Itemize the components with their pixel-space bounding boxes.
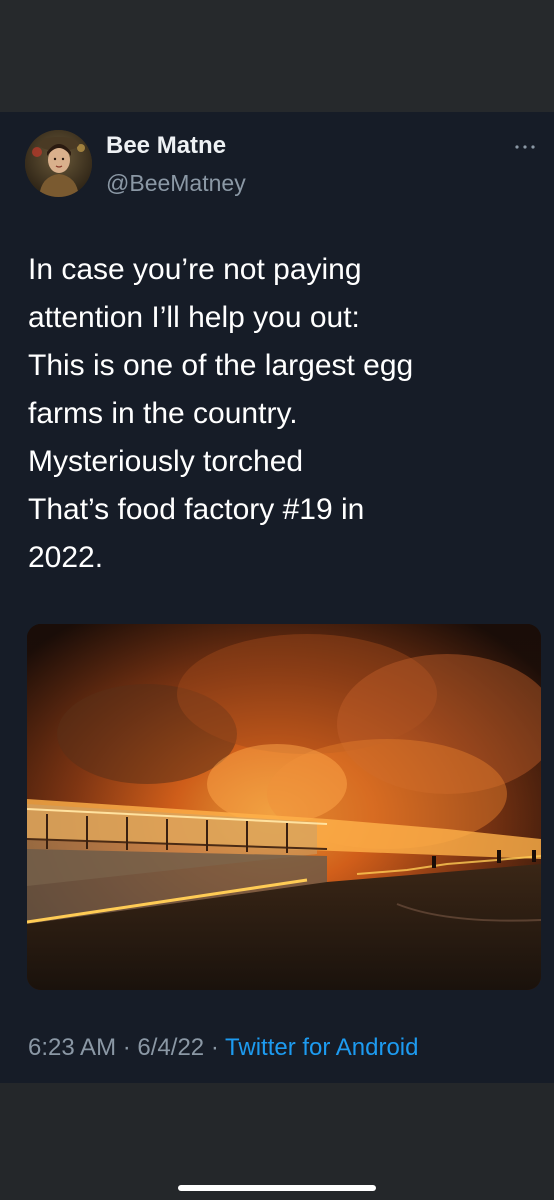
tweet-text-line: In case you’re not paying — [28, 253, 362, 286]
tweet-text-line: Mysteriously torched — [28, 445, 304, 478]
meta-separator: · — [210, 1034, 219, 1061]
tweet-text: In case you’re not paying attention I’ll… — [28, 246, 538, 582]
tweet-metadata: 6:23 AM · 6/4/22 · Twitter for Android — [28, 1034, 418, 1062]
more-options-icon[interactable] — [512, 140, 538, 152]
user-handle[interactable]: @BeeMatney — [106, 170, 246, 197]
display-name[interactable]: Bee Matne — [106, 132, 226, 160]
tweet-text-line: farms in the country. — [28, 397, 298, 430]
tweet-text-line: attention I’ll help you out: — [28, 301, 360, 334]
tweet-media-photo[interactable] — [27, 624, 541, 990]
top-background — [0, 0, 554, 112]
avatar[interactable] — [25, 130, 92, 197]
tweet-card[interactable]: Bee Matne @BeeMatney In case you’re not … — [0, 112, 554, 1083]
tweet-text-line: 2022. — [28, 541, 104, 574]
tweet-time: 6:23 AM — [28, 1034, 117, 1061]
tweet-text-line: That’s food factory #19 in — [28, 493, 365, 526]
tweet-text-line: This is one of the largest egg — [28, 349, 414, 382]
meta-separator: · — [122, 1034, 131, 1061]
tweet-source-link[interactable]: Twitter for Android — [225, 1034, 418, 1061]
home-indicator[interactable] — [178, 1185, 376, 1191]
tweet-date: 6/4/22 — [137, 1034, 205, 1061]
avatar-photo — [25, 130, 92, 197]
